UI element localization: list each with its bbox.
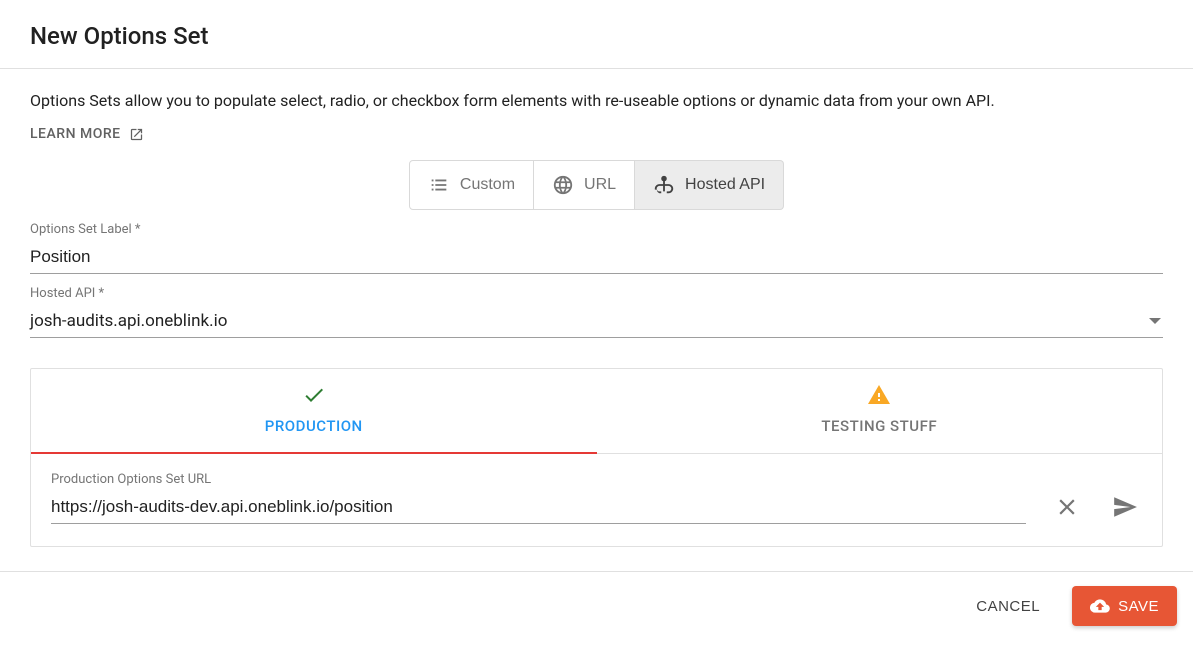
save-button[interactable]: SAVE [1072, 586, 1177, 626]
clear-url-button[interactable] [1050, 490, 1084, 524]
list-icon [428, 174, 450, 196]
tab-body: Production Options Set URL [31, 454, 1162, 546]
toggle-url[interactable]: URL [534, 160, 635, 210]
hosted-api-value: josh-audits.api.oneblink.io [30, 305, 1163, 337]
production-url-caption: Production Options Set URL [51, 472, 1026, 487]
tab-production-label: PRODUCTION [265, 417, 363, 435]
save-button-label: SAVE [1118, 598, 1159, 615]
toggle-custom[interactable]: Custom [409, 160, 534, 210]
hosted-api-caption: Hosted API * [30, 286, 1163, 301]
tab-testing-label: TESTING STUFF [821, 417, 937, 435]
hub-icon [653, 174, 675, 196]
check-icon [302, 383, 326, 407]
type-toggle-group: Custom URL Hosted API [409, 160, 784, 210]
hosted-api-field: Hosted API * josh-audits.api.oneblink.io [30, 286, 1163, 338]
environments-card: PRODUCTION TESTING STUFF Production Opti… [30, 368, 1163, 547]
dialog-title: New Options Set [30, 22, 1163, 50]
environment-tabs: PRODUCTION TESTING STUFF [31, 369, 1162, 454]
options-set-label-input[interactable] [30, 241, 1163, 274]
production-url-field: Production Options Set URL [51, 472, 1026, 524]
toggle-hosted-api[interactable]: Hosted API [635, 160, 784, 210]
dialog-footer: CANCEL SAVE [0, 571, 1193, 640]
type-toggle-row: Custom URL Hosted API [30, 160, 1163, 210]
options-set-label-field: Options Set Label * [30, 222, 1163, 274]
options-set-label-caption: Options Set Label * [30, 222, 1163, 237]
warning-icon [867, 383, 891, 407]
toggle-hosted-api-label: Hosted API [685, 176, 765, 194]
close-icon [1054, 494, 1080, 520]
url-row: Production Options Set URL [51, 472, 1142, 524]
cancel-button[interactable]: CANCEL [962, 588, 1054, 625]
new-options-set-dialog: New Options Set Options Sets allow you t… [0, 0, 1193, 640]
test-url-button[interactable] [1108, 490, 1142, 524]
dialog-body: Options Sets allow you to populate selec… [0, 69, 1193, 571]
production-url-input[interactable] [51, 491, 1026, 524]
tab-testing[interactable]: TESTING STUFF [597, 369, 1163, 453]
toggle-custom-label: Custom [460, 176, 515, 194]
chevron-down-icon [1149, 318, 1161, 324]
dialog-header: New Options Set [0, 0, 1193, 69]
intro-text: Options Sets allow you to populate selec… [30, 89, 1163, 113]
hosted-api-select[interactable]: josh-audits.api.oneblink.io [30, 305, 1163, 338]
globe-icon [552, 174, 574, 196]
send-icon [1112, 494, 1138, 520]
tab-production[interactable]: PRODUCTION [31, 369, 597, 453]
learn-more-label: LEARN MORE [30, 126, 121, 142]
cloud-upload-icon [1090, 596, 1110, 616]
toggle-url-label: URL [584, 176, 616, 194]
learn-more-link[interactable]: LEARN MORE [30, 126, 144, 142]
external-link-icon [129, 127, 144, 142]
